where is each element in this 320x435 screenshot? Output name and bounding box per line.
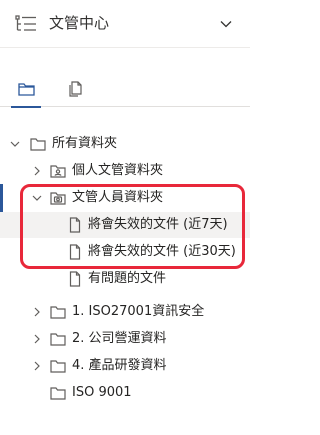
tree-item-label: ISO 9001 bbox=[72, 385, 132, 400]
tree-item-personal-folder[interactable]: 個人文管資料夾 bbox=[0, 158, 250, 184]
personal-folder-icon bbox=[50, 165, 66, 178]
header: 文管中心 bbox=[0, 0, 250, 48]
tree-item-label: 1. ISO27001資訊安全 bbox=[72, 304, 205, 319]
tree-item-label: 所有資料夾 bbox=[52, 136, 118, 151]
tree-item-label: 個人文管資料夾 bbox=[72, 163, 164, 178]
tree-item-company-operations[interactable]: 2. 公司營運資料 bbox=[0, 326, 250, 352]
document-icon bbox=[69, 244, 81, 260]
folder-icon bbox=[50, 360, 66, 373]
folder-icon bbox=[50, 333, 66, 346]
tree-item-label: 4. 產品研發資料 bbox=[72, 358, 167, 373]
chevron-down-icon[interactable] bbox=[32, 193, 42, 203]
tree-item-label: 有問題的文件 bbox=[88, 271, 167, 286]
tree-item-problem-documents[interactable]: 有問題的文件 bbox=[0, 266, 250, 292]
tree-item-label: 將會失效的文件 (近30天) bbox=[88, 244, 236, 259]
folder-icon bbox=[50, 387, 66, 400]
tree-item-iso9001[interactable]: ISO 9001 bbox=[0, 380, 250, 406]
camera-folder-icon bbox=[50, 192, 66, 205]
tree-item-staff-folder[interactable]: 文管人員資料夾 bbox=[0, 185, 250, 211]
document-icon bbox=[69, 217, 81, 233]
chevron-down-icon[interactable] bbox=[10, 139, 20, 149]
chevron-right-icon[interactable] bbox=[32, 166, 42, 176]
chevron-right-icon[interactable] bbox=[32, 334, 42, 344]
tab-folders[interactable] bbox=[11, 75, 41, 108]
tree-list-icon bbox=[15, 15, 36, 31]
chevron-down-icon[interactable] bbox=[219, 17, 233, 31]
chevron-right-icon[interactable] bbox=[32, 307, 42, 317]
tree-item-expiring-30-days[interactable]: 將會失效的文件 (近30天) bbox=[0, 239, 250, 265]
tree-item-expiring-7-days[interactable]: 將會失效的文件 (近7天) bbox=[0, 212, 250, 238]
tree-root[interactable]: 所有資料夾 bbox=[0, 131, 250, 157]
app-title: 文管中心 bbox=[49, 14, 110, 32]
tree-item-iso27001[interactable]: 1. ISO27001資訊安全 bbox=[0, 299, 250, 325]
chevron-right-icon[interactable] bbox=[32, 361, 42, 371]
documents-icon bbox=[69, 81, 82, 97]
tree-item-label: 2. 公司營運資料 bbox=[72, 331, 167, 346]
tab-documents[interactable] bbox=[60, 75, 90, 107]
folder-icon bbox=[18, 83, 35, 96]
active-tab-indicator bbox=[11, 106, 41, 108]
document-icon bbox=[69, 271, 81, 287]
tree-item-label: 文管人員資料夾 bbox=[72, 190, 164, 205]
view-tabs bbox=[0, 75, 250, 108]
folder-icon bbox=[50, 306, 66, 319]
tree-item-label: 將會失效的文件 (近7天) bbox=[88, 217, 228, 232]
tree-item-product-rd[interactable]: 4. 產品研發資料 bbox=[0, 353, 250, 379]
folder-icon bbox=[30, 138, 46, 151]
